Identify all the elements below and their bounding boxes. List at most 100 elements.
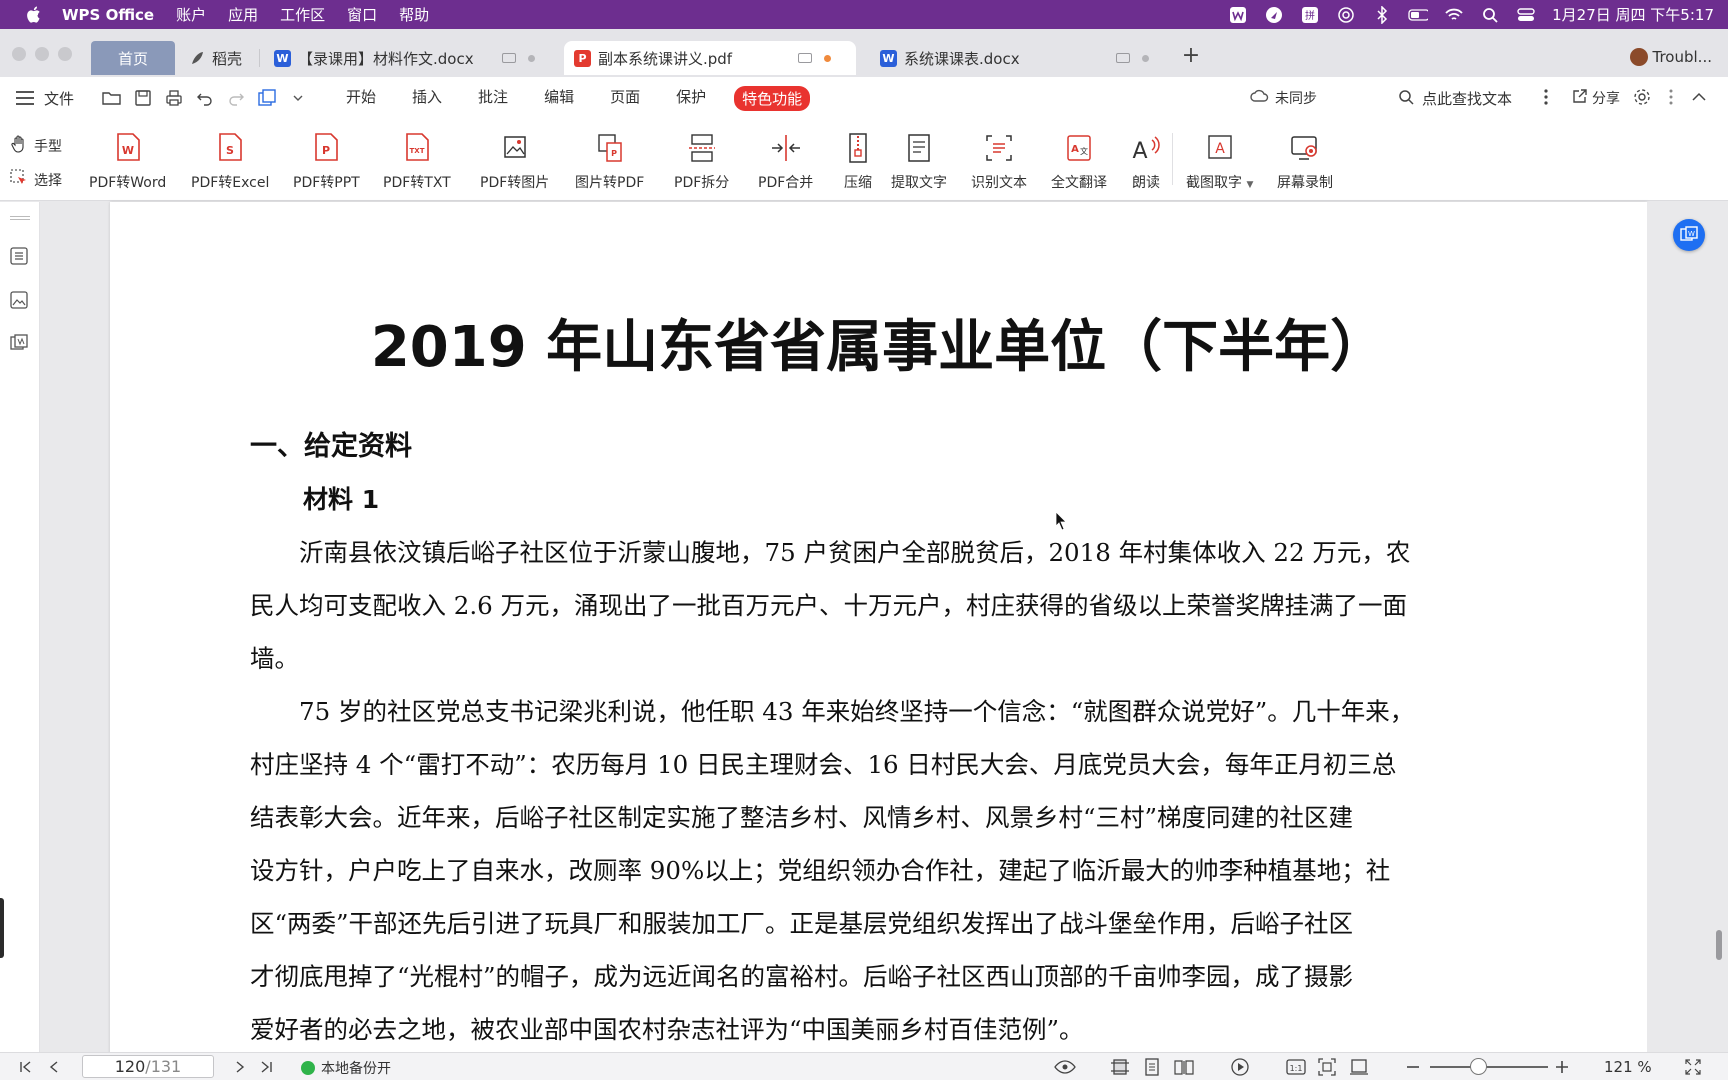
side-handle[interactable]	[0, 898, 4, 958]
undo-icon[interactable]	[195, 88, 215, 108]
wps-status-icon[interactable]	[1228, 5, 1248, 25]
zoom-slider-track[interactable]	[1430, 1066, 1548, 1068]
more-vertical-icon[interactable]	[1537, 88, 1555, 106]
open-folder-icon[interactable]	[102, 88, 122, 108]
tab-home[interactable]: 首页	[91, 41, 175, 75]
app-name[interactable]: WPS Office	[62, 6, 154, 24]
pdf-to-image-button[interactable]: PDF转图片	[480, 131, 549, 192]
account-button[interactable]: Troubl...	[1629, 48, 1712, 66]
menu-apps[interactable]: 应用	[228, 4, 258, 25]
airdrop-icon[interactable]	[1336, 5, 1356, 25]
menu-help[interactable]: 帮助	[399, 4, 429, 25]
print-icon[interactable]	[164, 88, 184, 108]
control-center-icon[interactable]	[1516, 5, 1536, 25]
continuous-view-icon[interactable]	[1141, 1058, 1163, 1076]
vertical-scrollbar-thumb[interactable]	[1716, 930, 1722, 960]
menu-window[interactable]: 窗口	[347, 4, 377, 25]
zoom-level[interactable]: 121 %	[1604, 1058, 1652, 1076]
extract-text-label: 提取文字	[891, 175, 947, 191]
tab-schedule-docx[interactable]: W 系统课课表.docx	[870, 41, 1160, 75]
first-page-icon[interactable]	[18, 1058, 34, 1076]
tab-protect[interactable]: 保护	[676, 86, 706, 111]
tab-close-dot[interactable]	[1141, 54, 1149, 62]
share-button[interactable]: 分享	[1572, 88, 1620, 108]
pdf-merge-button[interactable]: PDF合并	[758, 131, 813, 192]
eye-protection-icon[interactable]	[1054, 1058, 1076, 1076]
sync-status[interactable]: 未同步	[1250, 88, 1317, 108]
export-icon[interactable]	[257, 88, 277, 108]
tab-page[interactable]: 页面	[610, 86, 640, 111]
floating-convert-button[interactable]: W	[1673, 219, 1705, 251]
menu-account[interactable]: 账户	[176, 4, 206, 25]
last-page-icon[interactable]	[258, 1058, 274, 1076]
fit-width-icon[interactable]	[1348, 1058, 1370, 1076]
menu-workspace[interactable]: 工作区	[280, 4, 325, 25]
close-window-button[interactable]	[12, 47, 26, 61]
zoom-in-icon[interactable]	[1553, 1058, 1571, 1076]
file-menu[interactable]: 文件	[44, 88, 74, 109]
bluetooth-icon[interactable]	[1372, 5, 1392, 25]
unsaved-indicator-dot[interactable]	[824, 54, 832, 62]
chevron-down-icon[interactable]	[288, 88, 308, 108]
tab-edit[interactable]: 编辑	[544, 86, 574, 111]
zoom-slider-knob[interactable]	[1470, 1058, 1488, 1075]
dropdown-caret-icon[interactable]: ▼	[1246, 180, 1253, 190]
screenshot-ocr-button[interactable]: A 截图取字 ▼	[1186, 131, 1253, 192]
pdf-split-button[interactable]: PDF拆分	[674, 131, 729, 192]
input-method-icon[interactable]: 拼	[1300, 5, 1320, 25]
outline-list-icon[interactable]	[9, 246, 29, 266]
document-title: 2019 年山东省省属事业单位（下半年）	[370, 315, 1387, 380]
hand-tool-button[interactable]: 手型	[10, 135, 62, 157]
actual-size-icon[interactable]: 1:1	[1285, 1058, 1307, 1076]
settings-gear-icon[interactable]	[1633, 88, 1651, 106]
pdf-to-ppt-button[interactable]: P PDF转PPT	[293, 131, 360, 192]
compress-button[interactable]: 压缩	[841, 131, 875, 192]
tab-special-features[interactable]: 特色功能	[734, 85, 811, 111]
rail-grip-handle[interactable]	[10, 216, 30, 220]
image-to-pdf-button[interactable]: P 图片转PDF	[575, 131, 644, 192]
find-text-search[interactable]: 点此查找文本	[1398, 88, 1512, 109]
pdf-to-txt-button[interactable]: TXT PDF转TXT	[383, 131, 451, 192]
more-vertical-icon[interactable]	[1662, 88, 1680, 106]
zoom-window-button[interactable]	[58, 47, 72, 61]
fit-page-icon[interactable]	[1316, 1058, 1338, 1076]
navigation-app-icon[interactable]	[1264, 5, 1284, 25]
dual-page-view-icon[interactable]	[1172, 1058, 1196, 1076]
ocr-text-button[interactable]: 识别文本	[971, 131, 1027, 192]
zoom-out-icon[interactable]	[1404, 1058, 1422, 1076]
tab-material-essay-docx[interactable]: W 【录课用】材料作文.docx	[264, 41, 554, 75]
collapse-ribbon-icon[interactable]	[1690, 88, 1708, 106]
play-slideshow-icon[interactable]	[1229, 1058, 1251, 1076]
full-translate-button[interactable]: A文 全文翻译	[1051, 131, 1107, 192]
wifi-icon[interactable]	[1444, 5, 1464, 25]
next-page-icon[interactable]	[232, 1058, 248, 1076]
battery-icon[interactable]	[1408, 5, 1429, 25]
annotations-panel-icon[interactable]	[9, 333, 29, 353]
thumbnail-image-icon[interactable]	[9, 290, 29, 310]
spotlight-search-icon[interactable]	[1480, 5, 1500, 25]
tab-insert[interactable]: 插入	[412, 86, 442, 111]
page-number-input[interactable]: 120/131	[82, 1055, 214, 1078]
tab-annotate[interactable]: 批注	[478, 86, 508, 111]
select-tool-button[interactable]: 选择	[10, 169, 62, 191]
hamburger-menu-icon[interactable]	[16, 91, 34, 105]
clock[interactable]: 1月27日 周四 下午5:17	[1552, 4, 1714, 25]
single-page-view-icon[interactable]	[1109, 1058, 1131, 1076]
tab-handout-pdf[interactable]: P 副本系统课讲义.pdf	[564, 41, 856, 75]
fullscreen-icon[interactable]	[1683, 1058, 1703, 1076]
local-backup-status[interactable]: 本地备份开	[301, 1058, 391, 1078]
tab-daoke[interactable]: 稻壳	[178, 41, 260, 75]
apple-icon[interactable]	[22, 4, 44, 26]
save-icon[interactable]	[133, 88, 153, 108]
pdf-to-word-button[interactable]: W PDF转Word	[89, 131, 166, 192]
new-tab-button[interactable]: +	[1180, 45, 1202, 69]
tab-close-dot[interactable]	[527, 54, 535, 62]
minimize-window-button[interactable]	[35, 47, 49, 61]
screen-record-button[interactable]: 屏幕录制	[1277, 131, 1333, 192]
pdf-to-excel-button[interactable]: S PDF转Excel	[191, 131, 269, 192]
extract-text-button[interactable]: 提取文字	[891, 131, 947, 192]
previous-page-icon[interactable]	[46, 1058, 62, 1076]
redo-icon[interactable]	[226, 88, 246, 108]
tab-start[interactable]: 开始	[346, 86, 376, 111]
read-aloud-button[interactable]: A 朗读	[1129, 131, 1163, 192]
